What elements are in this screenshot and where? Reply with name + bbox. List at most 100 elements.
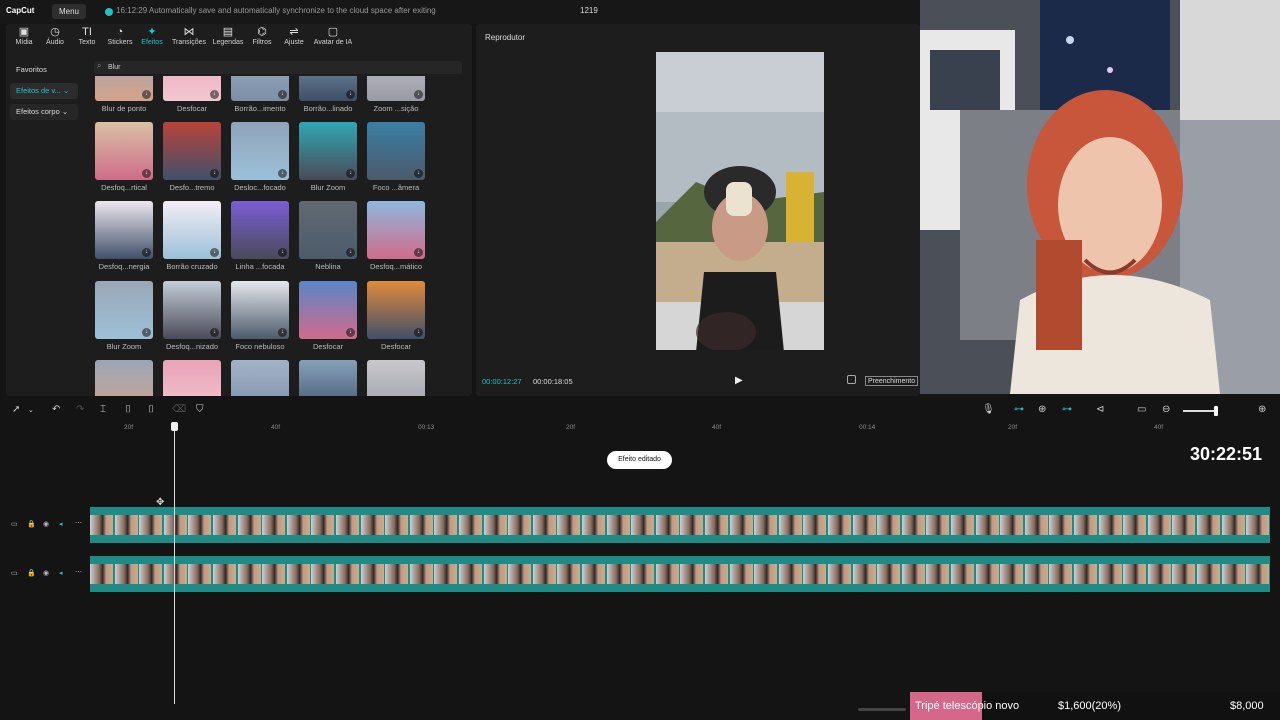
download-icon[interactable]: ↓: [346, 169, 355, 178]
track-cover-icon[interactable]: ▭: [11, 520, 18, 528]
download-icon[interactable]: ↓: [142, 328, 151, 337]
download-icon[interactable]: ↓: [142, 248, 151, 257]
video-track-clip[interactable]: [90, 556, 1270, 592]
download-icon[interactable]: ↓: [414, 90, 423, 99]
effect-thumbnail[interactable]: ↓: [231, 281, 289, 339]
effect-thumbnail[interactable]: [299, 360, 357, 396]
tab-captions[interactable]: ▤ Legendas: [209, 26, 247, 52]
download-icon[interactable]: ↓: [414, 248, 423, 257]
effect-thumbnail[interactable]: ↓: [367, 122, 425, 180]
download-icon[interactable]: ↓: [346, 328, 355, 337]
clip-frame: [163, 515, 187, 535]
clip-frame: [188, 564, 212, 584]
split-icon[interactable]: ⌶: [100, 404, 106, 415]
zoom-out-icon[interactable]: ⊖: [1162, 404, 1170, 415]
lock-icon[interactable]: 🔒: [27, 520, 36, 528]
fill-button[interactable]: Preenchimento: [865, 376, 919, 386]
effect-thumbnail[interactable]: ↓: [231, 122, 289, 180]
effect-thumbnail[interactable]: ↓: [367, 281, 425, 339]
effect-thumbnail[interactable]: [231, 360, 289, 396]
audio-icon[interactable]: ◂: [59, 569, 63, 577]
effect-thumbnail[interactable]: ↓: [367, 201, 425, 259]
effect-thumbnail[interactable]: ↓: [299, 122, 357, 180]
play-button[interactable]: ▶: [735, 375, 743, 386]
tab-transitions[interactable]: ⋈ Transições: [170, 26, 208, 52]
playhead-handle[interactable]: [171, 422, 178, 431]
download-icon[interactable]: ↓: [414, 169, 423, 178]
track-cover-icon[interactable]: ▭: [11, 569, 18, 577]
tab-ai-avatar[interactable]: ▢ Avatar de IA: [310, 26, 356, 52]
microphone-icon[interactable]: 🎙: [982, 404, 995, 415]
delete-icon[interactable]: ⌫: [172, 404, 186, 415]
save-status: 16:12:29 Automatically save and automati…: [116, 6, 436, 15]
download-icon[interactable]: ↓: [210, 248, 219, 257]
tab-stickers[interactable]: ◔ Stickers: [102, 26, 138, 52]
effect-thumbnail[interactable]: ↓: [299, 281, 357, 339]
clip-frame: [139, 564, 163, 584]
tab-effects[interactable]: ✦ Efeitos: [134, 26, 170, 52]
download-icon[interactable]: ↓: [142, 90, 151, 99]
effect-thumbnail[interactable]: ↓: [163, 122, 221, 180]
undo-icon[interactable]: ↶: [52, 404, 60, 415]
audio-icon[interactable]: ◂: [59, 520, 63, 528]
download-icon[interactable]: ↓: [414, 328, 423, 337]
effect-thumbnail[interactable]: [95, 360, 153, 396]
download-icon[interactable]: ↓: [278, 248, 287, 257]
sidebar-item-favorites[interactable]: Favoritos: [10, 62, 78, 78]
download-icon[interactable]: ↓: [346, 90, 355, 99]
auto-snap-icon[interactable]: ⊕: [1038, 404, 1046, 415]
timeline-scrollbar[interactable]: [858, 708, 906, 711]
download-icon[interactable]: ↓: [142, 169, 151, 178]
more-icon[interactable]: ⋯: [75, 519, 82, 527]
zoom-slider[interactable]: [1183, 410, 1217, 412]
redo-icon[interactable]: ↷: [76, 404, 84, 415]
select-tool-icon[interactable]: ➚: [12, 404, 20, 415]
playhead[interactable]: [174, 422, 175, 704]
zoom-in-icon[interactable]: ⊕: [1258, 404, 1266, 415]
effect-thumbnail[interactable]: [163, 360, 221, 396]
download-icon[interactable]: ↓: [278, 169, 287, 178]
effect-thumbnail[interactable]: ↓: [95, 122, 153, 180]
download-icon[interactable]: ↓: [278, 328, 287, 337]
ruler-tick: 40f: [271, 424, 281, 431]
download-icon[interactable]: ↓: [278, 90, 287, 99]
download-icon[interactable]: ↓: [210, 328, 219, 337]
search-input[interactable]: Blur: [94, 61, 462, 74]
clip-frame: [828, 515, 851, 535]
video-track-clip[interactable]: [90, 507, 1270, 543]
effect-thumbnail[interactable]: [367, 360, 425, 396]
time-ruler[interactable]: 20f 40f 00:13 20f 40f 00:14 20f 40f: [88, 422, 1280, 434]
clip-frame: [237, 515, 261, 535]
linkage-icon[interactable]: ⊶: [1062, 404, 1072, 415]
download-icon[interactable]: ↓: [210, 169, 219, 178]
clip-frame: [213, 515, 236, 535]
trim-right-icon[interactable]: ⌷: [148, 404, 154, 415]
effect-thumbnail[interactable]: ↓: [299, 201, 357, 259]
clip-frame: [1000, 564, 1024, 584]
main-track-link-icon[interactable]: ⊶: [1014, 404, 1024, 415]
chevron-down-icon[interactable]: ⌄: [28, 406, 34, 414]
subtitle-icon[interactable]: ▭: [1137, 404, 1146, 415]
lock-icon[interactable]: 🔒: [27, 569, 36, 577]
effect-thumbnail[interactable]: ↓: [163, 281, 221, 339]
download-icon[interactable]: ↓: [346, 248, 355, 257]
tab-audio[interactable]: ◷ Áudio: [37, 26, 73, 52]
eye-icon[interactable]: ◉: [43, 569, 49, 577]
ratio-icon[interactable]: [847, 375, 856, 384]
tab-filters[interactable]: ⌬ Filtros: [244, 26, 280, 52]
download-icon[interactable]: ↓: [210, 90, 219, 99]
tab-adjust[interactable]: ⇌ Ajuste: [276, 26, 312, 52]
effect-thumbnail[interactable]: ↓: [163, 201, 221, 259]
eye-icon[interactable]: ◉: [43, 520, 49, 528]
preview-axis-icon[interactable]: ⊲: [1096, 404, 1104, 415]
menu-button[interactable]: Menu: [52, 4, 86, 19]
tab-text[interactable]: TI Texto: [69, 26, 105, 52]
effect-thumbnail[interactable]: ↓: [231, 201, 289, 259]
video-preview[interactable]: [656, 52, 824, 350]
effect-thumbnail[interactable]: ↓: [95, 281, 153, 339]
more-icon[interactable]: ⋯: [75, 568, 82, 576]
marker-icon[interactable]: ⛉: [196, 404, 204, 415]
trim-left-icon[interactable]: ⌷: [125, 404, 131, 415]
effect-thumbnail[interactable]: ↓: [95, 201, 153, 259]
zoom-slider-handle[interactable]: [1214, 406, 1218, 416]
